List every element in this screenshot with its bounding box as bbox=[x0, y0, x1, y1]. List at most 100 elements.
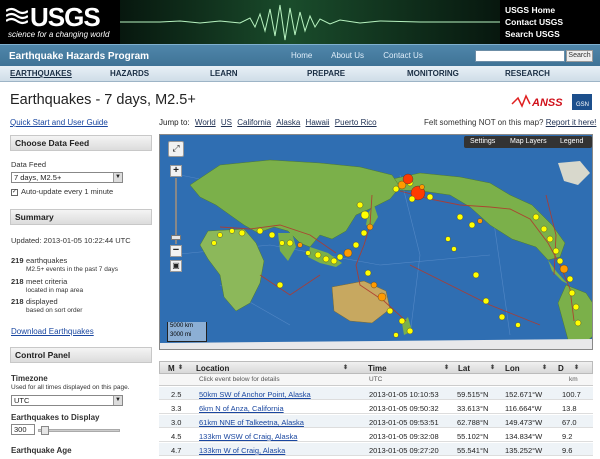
earthquake-marker[interactable] bbox=[398, 317, 406, 325]
search-usgs-link[interactable]: Search USGS bbox=[505, 28, 597, 40]
earthquake-marker[interactable] bbox=[498, 313, 506, 321]
cell-location[interactable]: 61km NNE of Talkeetna, Alaska bbox=[199, 418, 304, 427]
zoom-out-button[interactable]: − bbox=[170, 245, 182, 257]
nav-learn[interactable]: LEARN bbox=[210, 69, 238, 78]
report-it-link[interactable]: Report it here! bbox=[546, 118, 597, 127]
earthquake-marker[interactable] bbox=[217, 232, 223, 238]
search-input[interactable] bbox=[475, 50, 565, 62]
earthquake-marker[interactable] bbox=[445, 236, 451, 242]
earthquake-marker[interactable] bbox=[330, 257, 338, 265]
search-button[interactable]: Search bbox=[566, 50, 593, 62]
auto-update-checkbox[interactable]: ✓ bbox=[11, 188, 18, 196]
earthquake-marker[interactable] bbox=[377, 292, 387, 302]
col-lat[interactable]: Lat bbox=[458, 364, 470, 373]
choose-feed-heading[interactable]: Choose Data Feed bbox=[10, 135, 152, 151]
earthquake-marker[interactable] bbox=[393, 332, 399, 338]
world-map[interactable] bbox=[160, 135, 593, 350]
earthquake-marker[interactable] bbox=[229, 228, 235, 234]
earthquake-marker[interactable] bbox=[451, 246, 457, 252]
quickstart-link[interactable]: Quick Start and User Guide bbox=[10, 118, 108, 127]
legend-button[interactable]: Legend bbox=[560, 138, 583, 145]
earthquake-marker[interactable] bbox=[322, 255, 330, 263]
earthquake-marker[interactable] bbox=[352, 241, 360, 249]
earthquake-marker[interactable] bbox=[386, 307, 394, 315]
earthquake-marker[interactable] bbox=[546, 235, 554, 243]
sort-icon[interactable]: ⬍ bbox=[574, 364, 579, 371]
earthquake-marker[interactable] bbox=[305, 250, 311, 256]
earthquake-marker[interactable] bbox=[356, 201, 364, 209]
earthquake-marker[interactable] bbox=[336, 253, 344, 261]
earthquake-marker[interactable] bbox=[572, 303, 580, 311]
earthquake-marker[interactable] bbox=[286, 239, 294, 247]
col-location[interactable]: Location bbox=[196, 364, 229, 373]
earthquake-marker[interactable] bbox=[468, 221, 476, 229]
jump-us-link[interactable]: US bbox=[221, 118, 232, 127]
earthquake-marker[interactable] bbox=[568, 289, 576, 297]
col-m[interactable]: M bbox=[168, 364, 175, 373]
earthquake-marker[interactable] bbox=[360, 229, 368, 237]
jump-california-link[interactable]: California bbox=[237, 118, 271, 127]
cell-location[interactable]: 6km N of Anza, California bbox=[199, 404, 284, 413]
cell-location[interactable]: 50km SW of Anchor Point, Alaska bbox=[199, 390, 311, 399]
earthquake-map[interactable]: ⤢ + − ▣ bbox=[159, 134, 593, 350]
earthquake-marker[interactable] bbox=[515, 322, 521, 328]
earthquake-marker[interactable] bbox=[402, 173, 414, 185]
table-row[interactable]: 4.5 133km WSW of Craig, Alaska 2013-01-05 … bbox=[159, 429, 593, 442]
earthquake-marker[interactable] bbox=[370, 281, 378, 289]
earthquake-marker[interactable] bbox=[566, 275, 574, 283]
data-feed-select[interactable]: 7 days, M2.5+ ▼ bbox=[11, 172, 123, 183]
contact-usgs-link[interactable]: Contact USGS bbox=[505, 16, 597, 28]
fullscreen-icon[interactable]: ▣ bbox=[170, 260, 182, 272]
earthquake-marker[interactable] bbox=[472, 271, 480, 279]
earthquake-marker[interactable] bbox=[559, 264, 569, 274]
earthquake-marker[interactable] bbox=[238, 229, 246, 237]
zoom-in-button[interactable]: + bbox=[170, 165, 182, 177]
earthquake-marker[interactable] bbox=[256, 227, 264, 235]
table-row[interactable]: 3.0 61km NNE of Talkeetna, Alaska 2013-01-… bbox=[159, 415, 593, 428]
earthquake-marker[interactable] bbox=[552, 247, 560, 255]
earthquake-marker[interactable] bbox=[314, 251, 322, 259]
sort-icon[interactable]: ⬍ bbox=[542, 364, 547, 371]
col-depth[interactable]: D bbox=[558, 364, 564, 373]
earthquake-marker[interactable] bbox=[297, 242, 303, 248]
nav-research[interactable]: RESEARCH bbox=[505, 69, 550, 78]
summary-heading[interactable]: Summary bbox=[10, 209, 152, 225]
sort-icon[interactable]: ⬍ bbox=[178, 364, 183, 371]
earthquake-marker[interactable] bbox=[268, 231, 276, 239]
settings-button[interactable]: Settings bbox=[470, 138, 495, 145]
earthquake-marker[interactable] bbox=[574, 319, 582, 327]
nav-hazards[interactable]: HAZARDS bbox=[110, 69, 149, 78]
earthquake-marker[interactable] bbox=[426, 193, 434, 201]
earthquake-marker[interactable] bbox=[279, 240, 285, 246]
usgs-home-link[interactable]: USGS Home bbox=[505, 4, 597, 16]
download-link[interactable]: Download Earthquakes bbox=[11, 327, 94, 336]
slider-handle[interactable] bbox=[41, 426, 49, 435]
earthquake-marker[interactable] bbox=[482, 297, 490, 305]
jump-puerto-rico-link[interactable]: Puerto Rico bbox=[335, 118, 377, 127]
pan-icon[interactable]: ⤢ bbox=[168, 141, 184, 157]
earthquake-marker[interactable] bbox=[276, 281, 284, 289]
cell-location[interactable]: 133km WSW of Craig, Alaska bbox=[199, 432, 297, 441]
sort-icon[interactable]: ⬍ bbox=[444, 364, 449, 371]
earthquake-marker[interactable] bbox=[360, 210, 370, 220]
table-row[interactable]: 2.5 50km SW of Anchor Point, Alaska 2013-0… bbox=[159, 387, 593, 400]
map-layers-button[interactable]: Map Layers bbox=[510, 138, 547, 145]
earthquake-marker[interactable] bbox=[408, 195, 416, 203]
about-us-link[interactable]: About Us bbox=[331, 51, 364, 60]
program-title[interactable]: Earthquake Hazards Program bbox=[9, 51, 149, 62]
earthquake-marker[interactable] bbox=[540, 225, 548, 233]
zoom-slider[interactable] bbox=[171, 178, 181, 244]
display-count-slider[interactable] bbox=[38, 426, 120, 435]
nav-earthquakes[interactable]: EARTHQUAKES bbox=[10, 69, 72, 78]
cell-location[interactable]: 133km W of Craig, Alaska bbox=[199, 446, 285, 455]
col-time[interactable]: Time bbox=[368, 364, 387, 373]
earthquake-marker[interactable] bbox=[477, 218, 483, 224]
earthquake-marker[interactable] bbox=[364, 269, 372, 277]
table-row[interactable]: 3.3 6km N of Anza, California 2013-01-05 0… bbox=[159, 401, 593, 414]
jump-world-link[interactable]: World bbox=[195, 118, 216, 127]
earthquake-marker[interactable] bbox=[392, 185, 400, 193]
sort-icon[interactable]: ⬍ bbox=[343, 364, 348, 371]
col-lon[interactable]: Lon bbox=[505, 364, 520, 373]
earthquake-marker[interactable] bbox=[343, 248, 353, 258]
earthquake-marker[interactable] bbox=[532, 213, 540, 221]
